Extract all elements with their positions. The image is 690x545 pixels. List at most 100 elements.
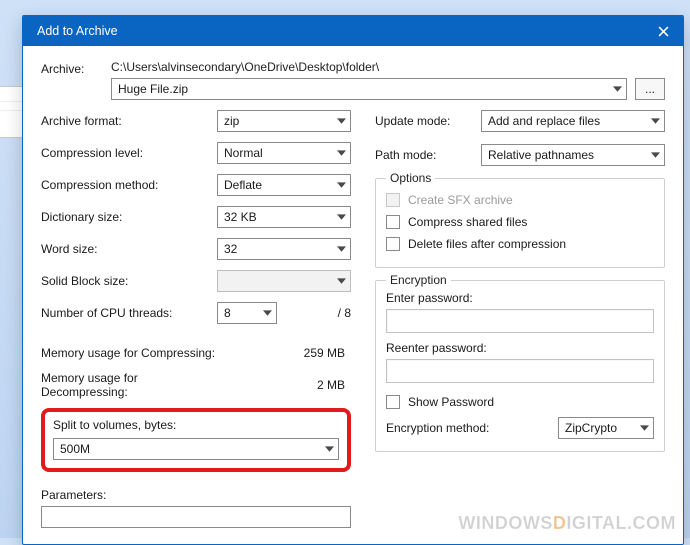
- chevron-down-icon: [640, 421, 649, 435]
- add-to-archive-dialog: Add to Archive Archive: C:\Users\alvinse…: [22, 15, 684, 545]
- label-reenter-password: Reenter password:: [386, 341, 654, 355]
- label-parameters: Parameters:: [41, 488, 351, 502]
- left-column: Archive format: zip Compression level: N…: [41, 110, 351, 528]
- options-legend: Options: [386, 171, 435, 185]
- checkbox-delete-after[interactable]: [386, 237, 400, 251]
- select-value: ZipCrypto: [565, 421, 617, 435]
- row-solid-block-size: Solid Block size:: [41, 270, 351, 292]
- label-enter-password: Enter password:: [386, 291, 654, 305]
- chevron-down-icon: [337, 242, 346, 256]
- select-value: 32: [224, 242, 237, 256]
- chevron-down-icon: [325, 442, 334, 456]
- select-update-mode[interactable]: Add and replace files: [481, 110, 665, 132]
- chevron-down-icon: [337, 146, 346, 160]
- select-encryption-method[interactable]: ZipCrypto: [558, 417, 654, 439]
- select-compression-level[interactable]: Normal: [217, 142, 351, 164]
- label-memory-decompress: Memory usage for Decompressing:: [41, 371, 217, 399]
- row-delete-after: Delete files after compression: [386, 233, 654, 255]
- select-split-volumes[interactable]: 500M: [53, 438, 339, 460]
- encryption-legend: Encryption: [386, 273, 451, 287]
- row-reenter-password: Reenter password:: [386, 341, 654, 383]
- select-dictionary-size[interactable]: 32 KB: [217, 206, 351, 228]
- archive-filename-value: Huge File.zip: [118, 82, 188, 96]
- label-compression-method: Compression method:: [41, 178, 217, 192]
- enter-password-input[interactable]: [386, 309, 654, 333]
- select-path-mode[interactable]: Relative pathnames: [481, 144, 665, 166]
- chevron-down-icon: [651, 114, 660, 128]
- chevron-down-icon: [651, 148, 660, 162]
- label-solid-block-size: Solid Block size:: [41, 274, 217, 288]
- archive-section: Archive: C:\Users\alvinsecondary\OneDriv…: [41, 60, 665, 100]
- row-create-sfx: Create SFX archive: [386, 189, 654, 211]
- split-volumes-highlight: Split to volumes, bytes: 500M: [41, 408, 351, 472]
- label-show-password: Show Password: [408, 395, 494, 409]
- label-delete-after: Delete files after compression: [408, 237, 566, 251]
- archive-input-line: Huge File.zip ...: [111, 78, 665, 100]
- row-enter-password: Enter password:: [386, 291, 654, 333]
- row-memory-compress: Memory usage for Compressing: 259 MB: [41, 342, 351, 364]
- window-title: Add to Archive: [37, 24, 643, 38]
- value-memory-decompress: 2 MB: [217, 378, 351, 392]
- select-value: 500M: [60, 442, 90, 456]
- chevron-down-icon: [337, 114, 346, 128]
- row-path-mode: Path mode: Relative pathnames: [375, 144, 665, 166]
- select-value: 32 KB: [224, 210, 257, 224]
- select-value: Deflate: [224, 178, 262, 192]
- select-compression-method[interactable]: Deflate: [217, 174, 351, 196]
- close-button[interactable]: [643, 16, 683, 46]
- select-value: zip: [224, 114, 239, 128]
- row-update-mode: Update mode: Add and replace files: [375, 110, 665, 132]
- archive-filename-combo[interactable]: Huge File.zip: [111, 78, 627, 100]
- select-value: Normal: [224, 146, 263, 160]
- chevron-down-icon: [263, 306, 272, 320]
- parameters-block: Parameters:: [41, 488, 351, 528]
- select-value: Add and replace files: [488, 114, 600, 128]
- titlebar: Add to Archive: [23, 16, 683, 46]
- row-word-size: Word size: 32: [41, 238, 351, 260]
- encryption-group: Encryption Enter password: Reenter passw…: [375, 280, 665, 452]
- label-compress-shared: Compress shared files: [408, 215, 527, 229]
- cpu-threads-total: / 8: [283, 306, 351, 320]
- parameters-input[interactable]: [41, 506, 351, 528]
- label-dictionary-size: Dictionary size:: [41, 210, 217, 224]
- checkbox-compress-shared[interactable]: [386, 215, 400, 229]
- browse-button[interactable]: ...: [635, 78, 665, 100]
- label-create-sfx: Create SFX archive: [408, 193, 513, 207]
- right-column: Update mode: Add and replace files Path …: [375, 110, 665, 528]
- reenter-password-input[interactable]: [386, 359, 654, 383]
- chevron-down-icon: [337, 274, 346, 288]
- chevron-down-icon: [613, 82, 622, 96]
- label-split-volumes: Split to volumes, bytes:: [53, 418, 339, 432]
- row-compress-shared: Compress shared files: [386, 211, 654, 233]
- select-archive-format[interactable]: zip: [217, 110, 351, 132]
- checkbox-show-password[interactable]: [386, 395, 400, 409]
- label-memory-compress: Memory usage for Compressing:: [41, 346, 217, 360]
- dialog-body: Archive: C:\Users\alvinsecondary\OneDriv…: [23, 46, 683, 538]
- select-value: Relative pathnames: [488, 148, 594, 162]
- options-group: Options Create SFX archive Compress shar…: [375, 178, 665, 268]
- label-compression-level: Compression level:: [41, 146, 217, 160]
- label-path-mode: Path mode:: [375, 148, 471, 162]
- label-encryption-method: Encryption method:: [386, 421, 550, 435]
- label-cpu-threads: Number of CPU threads:: [41, 306, 211, 320]
- row-memory-decompress: Memory usage for Decompressing: 2 MB: [41, 374, 351, 396]
- columns: Archive format: zip Compression level: N…: [41, 110, 665, 528]
- select-solid-block-size: [217, 270, 351, 292]
- row-encryption-method: Encryption method: ZipCrypto: [386, 417, 654, 439]
- archive-label: Archive:: [41, 60, 101, 100]
- chevron-down-icon: [337, 210, 346, 224]
- close-icon: [658, 26, 669, 37]
- select-cpu-threads[interactable]: 8: [217, 302, 277, 324]
- row-archive-format: Archive format: zip: [41, 110, 351, 132]
- archive-path: C:\Users\alvinsecondary\OneDrive\Desktop…: [111, 60, 665, 74]
- label-word-size: Word size:: [41, 242, 217, 256]
- value-memory-compress: 259 MB: [217, 346, 351, 360]
- label-update-mode: Update mode:: [375, 114, 471, 128]
- select-word-size[interactable]: 32: [217, 238, 351, 260]
- row-dictionary-size: Dictionary size: 32 KB: [41, 206, 351, 228]
- select-value: 8: [224, 306, 231, 320]
- chevron-down-icon: [337, 178, 346, 192]
- checkbox-create-sfx: [386, 193, 400, 207]
- row-compression-method: Compression method: Deflate: [41, 174, 351, 196]
- row-cpu-threads: Number of CPU threads: 8 / 8: [41, 302, 351, 324]
